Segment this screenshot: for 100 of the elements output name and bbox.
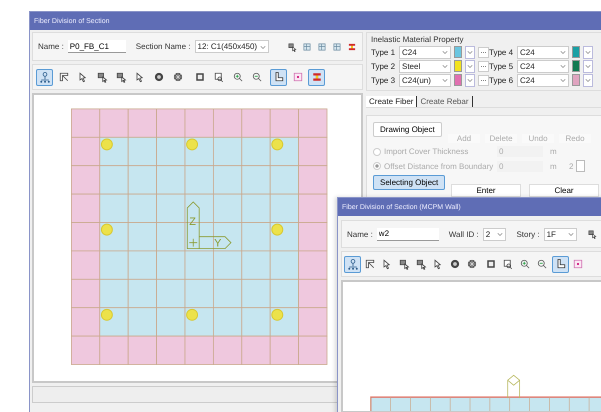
square-icon	[194, 71, 206, 83]
toolbar-button[interactable]	[552, 256, 569, 272]
rebar-dot	[186, 138, 198, 150]
cursor-icon	[134, 71, 146, 83]
option-label: Offset Distance from Boundary	[384, 162, 494, 170]
count-label: 2	[569, 162, 574, 170]
cursor-icon	[432, 258, 444, 270]
name-field[interactable]: w2	[376, 228, 439, 240]
chevron-down-icon	[467, 77, 473, 83]
chevron-down-icon	[467, 63, 473, 69]
i-beam-icon[interactable]	[347, 42, 357, 52]
chevron-down-icon	[585, 63, 591, 69]
type-label: Type 2	[371, 62, 396, 70]
cursor-icon	[380, 258, 392, 270]
story-label: Story :	[516, 230, 540, 238]
rebar-dot	[271, 138, 284, 150]
rebar-dot	[271, 308, 284, 321]
chevron-down-icon	[497, 231, 504, 237]
color-dropdown[interactable]	[583, 74, 593, 86]
chevron-down-icon	[560, 77, 566, 83]
unit-label: m	[550, 162, 558, 170]
wheel-icon	[466, 258, 478, 270]
point-icon	[292, 71, 304, 83]
cursor-box-icon	[414, 258, 426, 270]
cursor-box-icon[interactable]	[287, 42, 297, 52]
chevron-down-icon	[560, 49, 566, 55]
clear-button[interactable]: Clear	[529, 184, 599, 197]
axis-label: Y	[214, 238, 222, 250]
story-dropdown[interactable]: 1F	[544, 228, 577, 240]
type-label: Type 6	[489, 76, 514, 84]
section-dropdown[interactable]: 12: C1(450x450)	[194, 40, 269, 53]
type-label: Type 3	[371, 76, 396, 84]
option-label: Import Cover Thickness	[384, 147, 470, 156]
l-shape-icon	[272, 71, 284, 83]
material-dropdown[interactable]: C24(un)	[399, 74, 451, 86]
circle-icon	[448, 258, 460, 270]
circle-icon	[152, 71, 164, 83]
i-beam-icon	[310, 71, 322, 83]
zoom-out-icon	[536, 258, 548, 270]
type-label: Type 1	[371, 48, 396, 56]
material-dropdown[interactable]: C24	[517, 74, 569, 86]
rebar-dot	[100, 224, 113, 236]
name-field[interactable]: P0_FB_C1	[68, 40, 126, 53]
toolbar-button[interactable]	[36, 68, 53, 86]
wheel-icon	[172, 71, 184, 83]
frame-icon	[364, 258, 376, 270]
node-icon	[346, 258, 358, 270]
l-shape-icon	[554, 258, 566, 270]
cursor-box-icon	[114, 71, 126, 83]
wall-id-dropdown[interactable]: 2	[482, 228, 506, 240]
tab[interactable]: Create Rebar	[417, 96, 472, 107]
rebar-dot	[100, 308, 113, 321]
rebar-dot	[186, 308, 198, 321]
cursor-box-icon	[398, 258, 410, 270]
point-icon	[572, 258, 584, 270]
toolbar-button[interactable]	[270, 68, 287, 86]
chevron-down-icon	[260, 44, 266, 50]
zoom-in-icon	[518, 258, 530, 270]
selecting-object-button[interactable]: Selecting Object	[373, 175, 446, 190]
name-label: Name :	[38, 42, 64, 51]
chevron-down-icon	[442, 63, 448, 69]
color-dropdown[interactable]	[465, 60, 475, 72]
table-icon[interactable]	[317, 42, 327, 52]
chevron-down-icon	[568, 231, 574, 237]
material-dropdown[interactable]: Steel	[399, 60, 451, 72]
unit-label: m	[550, 147, 558, 156]
cursor-box-icon	[96, 71, 108, 83]
wall-id-label: Wall ID :	[448, 230, 479, 238]
type-label: Type 5	[489, 62, 514, 70]
rebar-dot	[100, 138, 113, 150]
zoom-out-icon	[250, 71, 262, 83]
color-dropdown[interactable]	[583, 46, 593, 58]
axis-drawing	[186, 201, 232, 250]
tab[interactable]: Create Fiber	[366, 96, 418, 107]
table-icon[interactable]	[302, 42, 312, 52]
chevron-down-icon	[585, 77, 591, 83]
frame-icon	[58, 71, 70, 83]
material-dropdown[interactable]: C24	[399, 46, 451, 58]
name-label: Name :	[347, 230, 373, 238]
enter-button[interactable]: Enter	[451, 184, 521, 197]
section-name-label: Section Name :	[136, 42, 190, 51]
group-title: Inelastic Material Property	[371, 35, 464, 44]
cursor-icon	[76, 71, 88, 83]
table-icon[interactable]	[332, 42, 342, 52]
axis-label: Z	[189, 216, 196, 228]
material-dropdown[interactable]: C24	[517, 60, 569, 72]
chevron-down-icon	[467, 49, 473, 55]
drawing-object-button[interactable]: Drawing Object	[373, 122, 442, 137]
square-search-icon	[212, 71, 224, 83]
square-search-icon	[502, 258, 514, 270]
chevron-down-icon	[585, 49, 591, 55]
color-dropdown[interactable]	[465, 46, 475, 58]
cursor-box-icon[interactable]	[587, 229, 597, 239]
color-dropdown[interactable]	[465, 74, 475, 86]
toolbar-button[interactable]	[344, 256, 361, 272]
chevron-down-icon	[560, 63, 566, 69]
type-label: Type 4	[489, 48, 514, 56]
material-dropdown[interactable]: C24	[517, 46, 569, 58]
square-icon	[484, 258, 496, 270]
color-dropdown[interactable]	[583, 60, 593, 72]
